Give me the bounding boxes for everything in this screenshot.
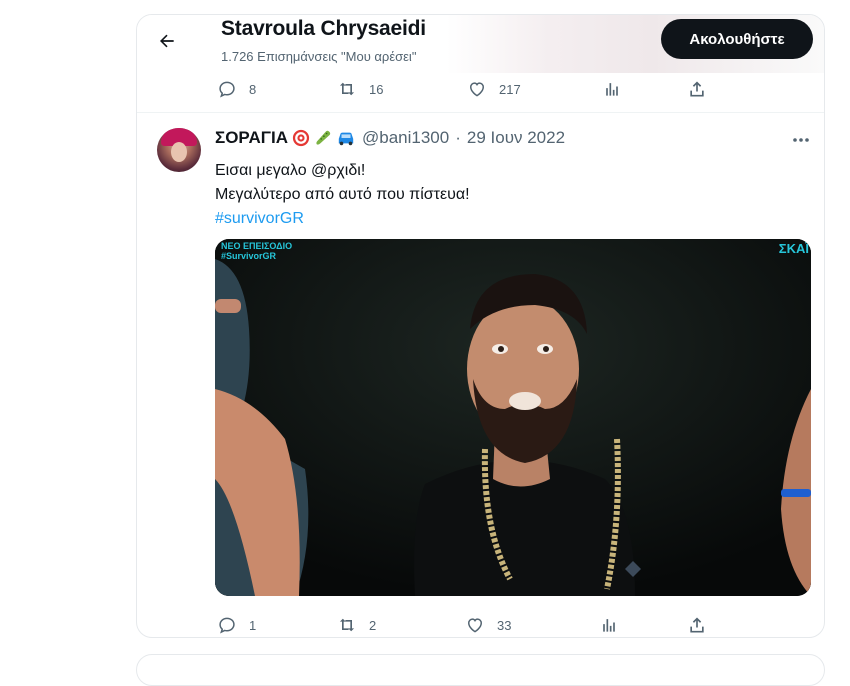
share-icon — [690, 81, 704, 97]
tweet-actions: 1 2 33 — [137, 613, 824, 637]
meta-separator: · — [455, 128, 461, 147]
profile-likes-count: 1.726 Επισημάνσεις "Μου αρέσει" — [221, 49, 417, 64]
reply-icon — [219, 617, 235, 634]
avatar-face — [171, 142, 187, 162]
profile-header: Stavroula Chrysaeidi 1.726 Επισημάνσεις … — [137, 15, 824, 73]
tweet-text: Εισαι μεγαλο @ρχιδι! Μεγαλύτερο από αυτό… — [215, 159, 470, 231]
media-overlay-line: ΝΕΟ ΕΠΕΙΣΟΔΙΟ — [221, 241, 293, 251]
heart-icon — [469, 82, 485, 97]
like-count: 217 — [499, 81, 521, 97]
target-emoji — [292, 129, 310, 147]
retweet-count: 2 — [369, 617, 377, 633]
cucumber-emoji — [314, 129, 332, 147]
tweet-text-line: Μεγαλύτερο από αυτό που πίστευα! — [215, 186, 470, 203]
profile-name: Stavroula Chrysaeidi — [221, 17, 426, 40]
back-button[interactable] — [153, 27, 181, 55]
hashtag-link[interactable]: #survivorGR — [215, 207, 470, 231]
channel-logo: ΣΚΑΪ — [778, 241, 809, 256]
heart-icon — [467, 618, 483, 633]
reply-count: 8 — [249, 81, 257, 97]
share-button[interactable] — [687, 77, 707, 101]
like-count: 33 — [497, 617, 512, 633]
like-button[interactable]: 217 — [467, 77, 521, 101]
media-image — [215, 239, 811, 596]
car-emoji — [336, 129, 356, 147]
media-overlay-line: #SurvivorGR — [221, 251, 277, 261]
author-name[interactable]: ΣΟΡΑΓΙΑ — [215, 128, 288, 148]
follow-button[interactable]: Ακολουθήστε — [661, 19, 813, 59]
profile-tweet-card: Stavroula Chrysaeidi 1.726 Επισημάνσεις … — [136, 14, 825, 638]
analytics-icon — [603, 619, 615, 632]
tweet-text-line: Εισαι μεγαλο @ρχιδι! — [215, 162, 366, 179]
reply-button[interactable]: 1 — [217, 613, 256, 637]
reply-count: 1 — [249, 617, 257, 633]
share-icon — [690, 617, 704, 633]
next-tweet-card[interactable] — [136, 654, 825, 686]
media-overlay: ΝΕΟ ΕΠΕΙΣΟΔΙΟ #SurvivorGR — [221, 241, 292, 261]
tweet-media[interactable]: ΝΕΟ ΕΠΕΙΣΟΔΙΟ #SurvivorGR ΣΚΑΪ — [215, 239, 811, 596]
retweet-icon — [339, 82, 355, 96]
share-button[interactable] — [687, 613, 707, 637]
author-handle[interactable]: @bani1300 — [362, 128, 449, 148]
more-icon[interactable] — [791, 133, 811, 147]
like-button[interactable]: 33 — [465, 613, 511, 637]
retweet-icon — [339, 618, 355, 632]
previous-tweet-actions: 8 16 217 — [137, 77, 824, 101]
arrow-left-icon — [160, 34, 174, 48]
reply-button[interactable]: 8 — [217, 77, 256, 101]
tweet-header: ΣΟΡΑΓΙΑ @bani1300 · 29 Ιουν 2022 — [215, 128, 565, 148]
views-button[interactable] — [602, 77, 622, 101]
retweet-button[interactable]: 16 — [337, 77, 383, 101]
tweet-date[interactable]: 29 Ιουν 2022 — [467, 128, 565, 148]
divider — [137, 112, 824, 113]
views-button[interactable] — [599, 613, 619, 637]
retweet-count: 16 — [369, 81, 384, 97]
analytics-icon — [606, 83, 618, 96]
reply-icon — [219, 81, 235, 98]
retweet-button[interactable]: 2 — [337, 613, 376, 637]
avatar[interactable] — [157, 128, 201, 172]
